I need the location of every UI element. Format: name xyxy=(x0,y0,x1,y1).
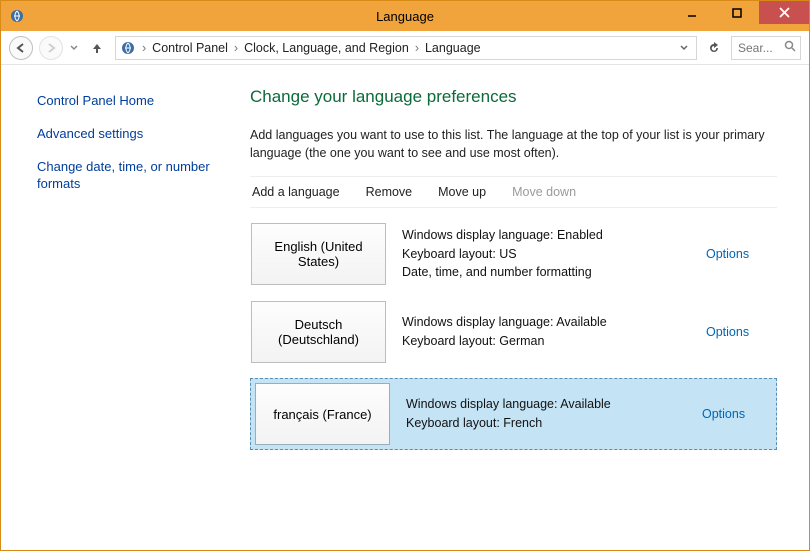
forward-button[interactable] xyxy=(39,36,63,60)
breadcrumb-item[interactable]: Language xyxy=(425,41,481,55)
page-subtext: Add languages you want to use to this li… xyxy=(250,127,770,162)
sidebar: Control Panel Home Advanced settings Cha… xyxy=(1,65,236,550)
maximize-button[interactable] xyxy=(714,1,759,24)
language-options-link[interactable]: Options xyxy=(706,247,776,261)
language-name: français (France) xyxy=(255,383,390,445)
chevron-right-icon: › xyxy=(415,41,419,55)
content-area: Control Panel Home Advanced settings Cha… xyxy=(1,65,809,550)
search-icon[interactable] xyxy=(784,40,796,55)
breadcrumb-item[interactable]: Clock, Language, and Region xyxy=(244,41,409,55)
breadcrumb-item[interactable]: Control Panel xyxy=(152,41,228,55)
navigation-bar: › Control Panel › Clock, Language, and R… xyxy=(1,31,809,65)
sidebar-link-home[interactable]: Control Panel Home xyxy=(37,93,224,110)
main-panel: Change your language preferences Add lan… xyxy=(236,65,809,550)
language-details: Windows display language: AvailableKeybo… xyxy=(390,395,702,433)
language-details: Windows display language: EnabledKeyboar… xyxy=(386,226,706,282)
sidebar-link-advanced[interactable]: Advanced settings xyxy=(37,126,224,143)
language-details: Windows display language: AvailableKeybo… xyxy=(386,313,706,351)
language-options-link[interactable]: Options xyxy=(702,407,772,421)
search-box[interactable] xyxy=(731,36,801,60)
chevron-right-icon: › xyxy=(234,41,238,55)
titlebar: Language xyxy=(1,1,809,31)
search-input[interactable] xyxy=(736,40,784,56)
language-item[interactable]: français (France)Windows display languag… xyxy=(250,378,777,450)
add-language-button[interactable]: Add a language xyxy=(252,185,340,199)
app-icon xyxy=(9,8,25,24)
language-name: English (United States) xyxy=(251,223,386,285)
page-heading: Change your language preferences xyxy=(250,87,777,107)
breadcrumb-dropdown[interactable] xyxy=(676,41,692,55)
breadcrumb-icon xyxy=(120,40,136,56)
language-toolbar: Add a language Remove Move up Move down xyxy=(250,176,777,208)
chevron-down-icon xyxy=(70,44,78,52)
breadcrumb[interactable]: › Control Panel › Clock, Language, and R… xyxy=(115,36,697,60)
window-controls xyxy=(669,1,809,31)
maximize-icon xyxy=(732,8,742,18)
language-item[interactable]: English (United States)Windows display l… xyxy=(250,222,777,286)
history-dropdown[interactable] xyxy=(69,44,79,52)
close-icon xyxy=(779,7,790,18)
up-button[interactable] xyxy=(85,36,109,60)
remove-language-button[interactable]: Remove xyxy=(366,185,413,199)
move-down-button: Move down xyxy=(512,185,576,199)
language-window: Language › xyxy=(0,0,810,551)
minimize-icon xyxy=(687,8,697,18)
language-options-link[interactable]: Options xyxy=(706,325,776,339)
minimize-button[interactable] xyxy=(669,1,714,24)
language-item[interactable]: Deutsch (Deutschland)Windows display lan… xyxy=(250,300,777,364)
back-button[interactable] xyxy=(9,36,33,60)
move-up-button[interactable]: Move up xyxy=(438,185,486,199)
language-list: English (United States)Windows display l… xyxy=(250,222,777,450)
forward-arrow-icon xyxy=(45,42,57,54)
refresh-button[interactable] xyxy=(703,37,725,59)
back-arrow-icon xyxy=(15,42,27,54)
sidebar-link-changedate[interactable]: Change date, time, or number formats xyxy=(37,159,224,193)
language-name: Deutsch (Deutschland) xyxy=(251,301,386,363)
up-arrow-icon xyxy=(90,41,104,55)
chevron-down-icon xyxy=(680,44,688,52)
refresh-icon xyxy=(707,41,721,55)
chevron-right-icon: › xyxy=(142,41,146,55)
close-button[interactable] xyxy=(759,1,809,24)
